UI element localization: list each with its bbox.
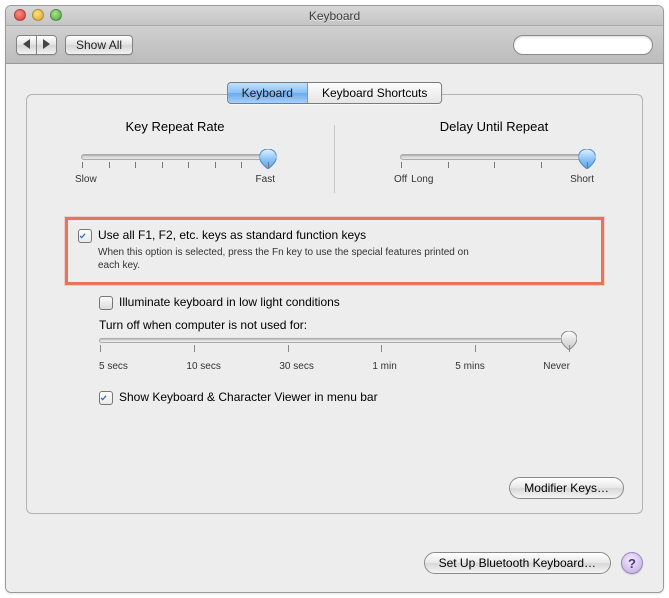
search-field[interactable] xyxy=(513,35,653,55)
illuminate-label: Illuminate keyboard in low light conditi… xyxy=(119,295,340,309)
turnoff-labels: 5 secs 10 secs 30 secs 1 min 5 mins Never xyxy=(99,361,570,372)
fn-keys-description: When this option is selected, press the … xyxy=(98,246,478,272)
turnoff-mark-label: 5 secs xyxy=(99,361,128,372)
key-repeat-slider[interactable] xyxy=(81,154,269,160)
delay-slider[interactable] xyxy=(400,154,588,160)
chevron-left-icon xyxy=(23,39,30,49)
key-repeat-max-label: Fast xyxy=(256,174,275,185)
modifier-keys-button[interactable]: Modifier Keys… xyxy=(509,477,624,499)
forward-button[interactable] xyxy=(36,35,57,55)
show-viewer-checkbox[interactable] xyxy=(99,391,113,405)
illuminate-checkbox[interactable] xyxy=(99,296,113,310)
turnoff-slider-section: 5 secs 10 secs 30 secs 1 min 5 mins Never xyxy=(99,338,570,372)
window-title: Keyboard xyxy=(6,6,663,26)
toolbar: Show All xyxy=(6,26,663,64)
key-repeat-section: Key Repeat Rate Slow Fast xyxy=(75,119,275,193)
show-viewer-label: Show Keyboard & Character Viewer in menu… xyxy=(119,390,378,404)
delay-max-label: Short xyxy=(570,174,594,185)
fn-keys-checkbox[interactable] xyxy=(78,229,92,243)
nav-buttons xyxy=(16,35,57,55)
turnoff-mark-label: 1 min xyxy=(372,361,396,372)
bluetooth-keyboard-button[interactable]: Set Up Bluetooth Keyboard… xyxy=(424,552,611,574)
delay-off-label: Off xyxy=(394,174,407,185)
content-area: Keyboard Keyboard Shortcuts Key Repeat R… xyxy=(6,64,663,592)
delay-title: Delay Until Repeat xyxy=(394,119,594,134)
fn-keys-highlight: Use all F1, F2, etc. keys as standard fu… xyxy=(65,217,604,285)
help-button[interactable]: ? xyxy=(621,552,643,574)
preferences-window: Keyboard Show All Keyboard Keyboard Shor… xyxy=(5,5,664,593)
turnoff-mark-label: 10 secs xyxy=(186,361,220,372)
titlebar: Keyboard xyxy=(6,6,663,26)
close-icon[interactable] xyxy=(14,9,26,21)
turnoff-mark-label: 5 mins xyxy=(455,361,484,372)
minimize-icon[interactable] xyxy=(32,9,44,21)
delay-section: Delay Until Repeat Off Long Short xyxy=(394,119,594,193)
delay-min-label: Long xyxy=(407,174,570,185)
window-controls xyxy=(14,9,62,21)
back-button[interactable] xyxy=(16,35,37,55)
key-repeat-title: Key Repeat Rate xyxy=(75,119,275,134)
turnoff-slider[interactable] xyxy=(99,338,570,343)
top-sliders: Key Repeat Rate Slow Fast Delay Until Re… xyxy=(27,95,642,193)
zoom-icon[interactable] xyxy=(50,9,62,21)
search-input[interactable] xyxy=(524,39,664,51)
chevron-right-icon xyxy=(43,39,50,49)
turnoff-label: Turn off when computer is not used for: xyxy=(99,318,642,332)
key-repeat-min-label: Slow xyxy=(75,174,97,185)
turnoff-mark-label: Never xyxy=(543,361,570,372)
show-all-button[interactable]: Show All xyxy=(65,35,133,55)
turnoff-mark-label: 30 secs xyxy=(279,361,313,372)
fn-keys-label: Use all F1, F2, etc. keys as standard fu… xyxy=(98,228,366,242)
footer: Set Up Bluetooth Keyboard… ? xyxy=(424,552,643,574)
tab-panel: Keyboard Keyboard Shortcuts Key Repeat R… xyxy=(26,94,643,514)
divider xyxy=(334,125,335,193)
